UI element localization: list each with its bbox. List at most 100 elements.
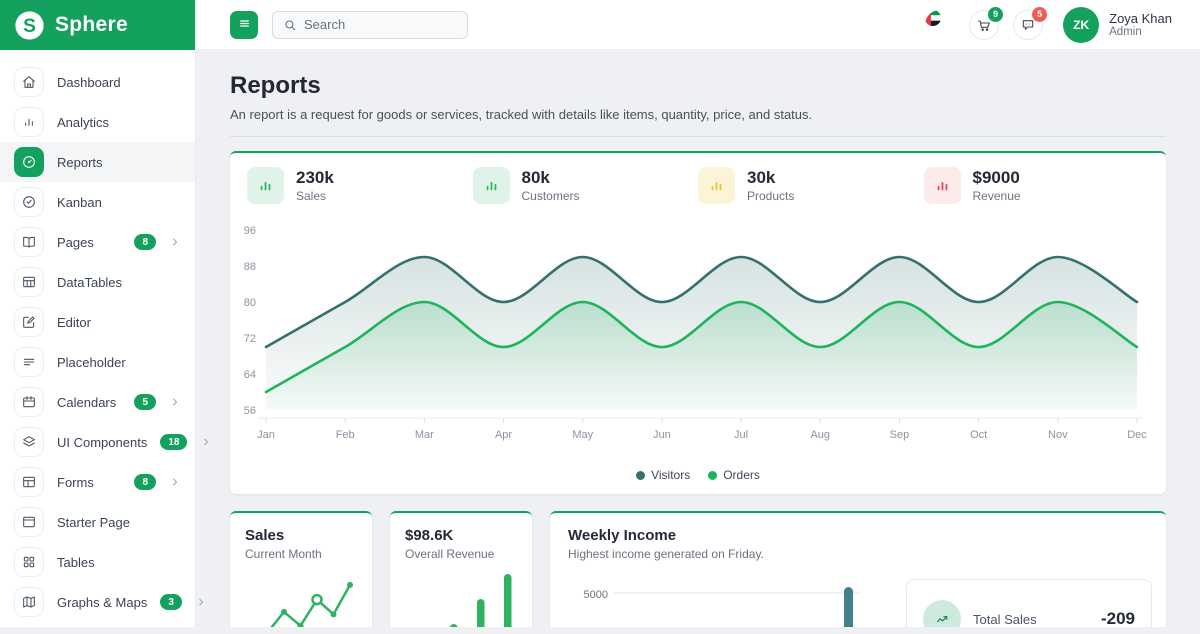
sidebar-item-graphs-maps[interactable]: Graphs & Maps 3 [0, 582, 195, 622]
uae-flag-icon [925, 10, 955, 40]
sidebar-item-calendars[interactable]: Calendars 5 [0, 382, 195, 422]
check-circle-icon [14, 187, 44, 217]
messages-badge: 5 [1032, 7, 1047, 22]
stat-value: 230k [296, 168, 334, 188]
sidebar-item-datatables[interactable]: DataTables [0, 262, 195, 302]
map-icon [14, 587, 44, 617]
sidebar-item-label: Reports [57, 155, 181, 170]
reports-chart-card: 230k Sales 80k Customers 30k Products $9… [230, 151, 1166, 494]
stat-bars-icon [924, 167, 961, 204]
grid-icon [14, 547, 44, 577]
sidebar-item-starter-page[interactable]: Starter Page [0, 502, 195, 542]
chevron-right-icon [169, 476, 181, 488]
revenue-card-label: Overall Revenue [405, 547, 517, 561]
legend-item-visitors[interactable]: Visitors [636, 468, 690, 482]
svg-text:64: 64 [244, 369, 256, 381]
total-sales-label: Total Sales [973, 612, 1089, 627]
chevron-right-icon [200, 436, 212, 448]
stat-value: $9000 [973, 168, 1021, 188]
messages-button[interactable]: 5 [1013, 10, 1043, 40]
language-flag-button[interactable] [925, 10, 955, 40]
stats-row: 230k Sales 80k Customers 30k Products $9… [230, 167, 1166, 204]
svg-text:Feb: Feb [336, 429, 355, 441]
revenue-card-value: $98.6K [405, 527, 517, 544]
main-content: Reports An report is a request for goods… [196, 50, 1200, 627]
count-badge: 8 [134, 234, 156, 250]
sidebar-item-placeholder[interactable]: Placeholder [0, 342, 195, 382]
divider [230, 136, 1166, 137]
brand[interactable]: S Sphere [0, 0, 195, 50]
cart-button[interactable]: 9 [969, 10, 999, 40]
svg-text:Jun: Jun [653, 429, 671, 441]
stat-customers: 80k Customers [473, 167, 699, 204]
weekly-income-card: Weekly Income Highest income generated o… [550, 511, 1166, 627]
sidebar-item-analytics[interactable]: Analytics [0, 102, 195, 142]
svg-text:88: 88 [244, 261, 256, 273]
sidebar-item-forms[interactable]: Forms 8 [0, 462, 195, 502]
search-icon [283, 18, 297, 32]
sidebar-item-label: Starter Page [57, 515, 181, 530]
book-icon [14, 227, 44, 257]
sales-card: Sales Current Month [230, 511, 372, 627]
trend-up-icon [923, 600, 961, 627]
search-input[interactable] [304, 17, 457, 32]
sidebar-item-label: Forms [57, 475, 121, 490]
legend-label: Visitors [651, 468, 690, 482]
search-box[interactable] [272, 11, 468, 39]
topbar: 9 5 ZK Zoya Khan Admin [196, 0, 1200, 50]
sidebar-item-label: Analytics [57, 115, 181, 130]
avatar: ZK [1063, 7, 1099, 43]
stat-sales: 230k Sales [247, 167, 473, 204]
svg-text:80: 80 [244, 297, 256, 309]
svg-text:Nov: Nov [1048, 429, 1068, 441]
sidebar-item-pages[interactable]: Pages 8 [0, 222, 195, 262]
sidebar-item-dashboard[interactable]: Dashboard [0, 62, 195, 102]
sidebar-item-label: Editor [57, 315, 181, 330]
legend-dot-icon [708, 471, 717, 480]
user-menu[interactable]: ZK Zoya Khan Admin [1063, 7, 1172, 43]
svg-text:Aug: Aug [810, 429, 830, 441]
page-title: Reports [230, 72, 1166, 100]
calendar-icon [14, 387, 44, 417]
stat-value: 80k [522, 168, 580, 188]
sidebar-item-editor[interactable]: Editor [0, 302, 195, 342]
sidebar-item-ui-components[interactable]: UI Components 18 [0, 422, 195, 462]
svg-text:56: 56 [244, 405, 256, 417]
legend-item-orders[interactable]: Orders [708, 468, 760, 482]
text-lines-icon [14, 347, 44, 377]
layers-icon [14, 427, 44, 457]
sidebar-item-tables[interactable]: Tables [0, 542, 195, 582]
sidebar-item-kanban[interactable]: Kanban [0, 182, 195, 222]
weekly-income-subtitle: Highest income generated on Friday. [568, 547, 1148, 561]
sidebar-item-reports[interactable]: Reports [0, 142, 195, 182]
svg-text:Apr: Apr [495, 429, 512, 441]
sidebar: S Sphere Dashboard Analytics Reports Kan… [0, 0, 196, 627]
stat-products: 30k Products [698, 167, 924, 204]
stat-value: 30k [747, 168, 794, 188]
sidebar-item-label: Graphs & Maps [57, 595, 147, 610]
sales-card-subtitle: Current Month [245, 547, 357, 561]
legend-label: Orders [723, 468, 760, 482]
sidebar-item-label: UI Components [57, 435, 147, 450]
menu-toggle-button[interactable] [230, 11, 258, 39]
chevron-right-icon [195, 596, 207, 608]
svg-text:Oct: Oct [970, 429, 987, 441]
layout-icon [14, 467, 44, 497]
weekly-income-title: Weekly Income [568, 527, 1148, 544]
sales-card-title: Sales [245, 527, 357, 544]
sidebar-item-label: Calendars [57, 395, 121, 410]
chevron-right-icon [169, 396, 181, 408]
cart-badge: 9 [988, 7, 1003, 22]
hamburger-icon [237, 16, 252, 34]
sidebar-item-label: DataTables [57, 275, 181, 290]
page-subtitle: An report is a request for goods or serv… [230, 107, 1166, 122]
sidebar-item-label: Kanban [57, 195, 181, 210]
stat-bars-icon [473, 167, 510, 204]
total-sales-panel: Total Sales -209 [906, 579, 1152, 627]
stat-label: Revenue [973, 189, 1021, 203]
edit-icon [14, 307, 44, 337]
browser-icon [14, 507, 44, 537]
svg-text:Jan: Jan [257, 429, 275, 441]
sphere-logo-icon: S [14, 10, 45, 41]
count-badge: 18 [160, 434, 187, 450]
